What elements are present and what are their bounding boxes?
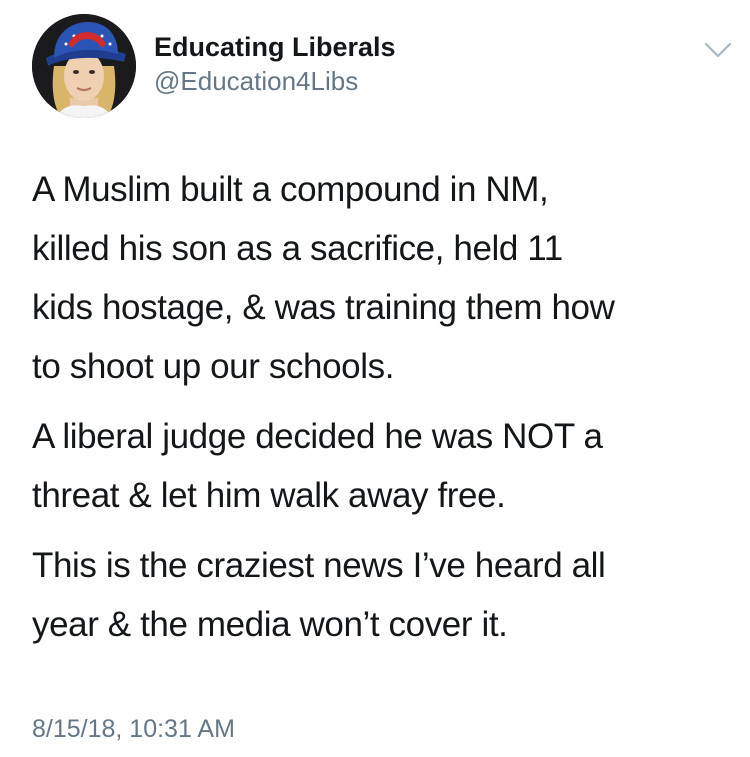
tweet-paragraph-1: A Muslim built a compound in NM, killed …: [32, 170, 615, 386]
tweet: Educating Liberals @Education4Libs A Mus…: [0, 0, 750, 757]
handle[interactable]: @Education4Libs: [154, 64, 396, 98]
display-name[interactable]: Educating Liberals: [154, 30, 396, 64]
timestamp[interactable]: 8/15/18, 10:31 AM: [32, 712, 235, 746]
tweet-header: Educating Liberals @Education4Libs: [32, 14, 732, 118]
profile-photo-icon: [32, 14, 136, 118]
avatar[interactable]: [32, 14, 136, 118]
tweet-paragraph-2: A liberal judge decided he was NOT a thr…: [32, 417, 603, 515]
tweet-body: A Muslim built a compound in NM, killed …: [32, 160, 732, 665]
author-names: Educating Liberals @Education4Libs: [154, 30, 396, 98]
chevron-down-icon[interactable]: [704, 40, 732, 60]
tweet-paragraph-3: This is the craziest news I’ve heard all…: [32, 546, 606, 644]
